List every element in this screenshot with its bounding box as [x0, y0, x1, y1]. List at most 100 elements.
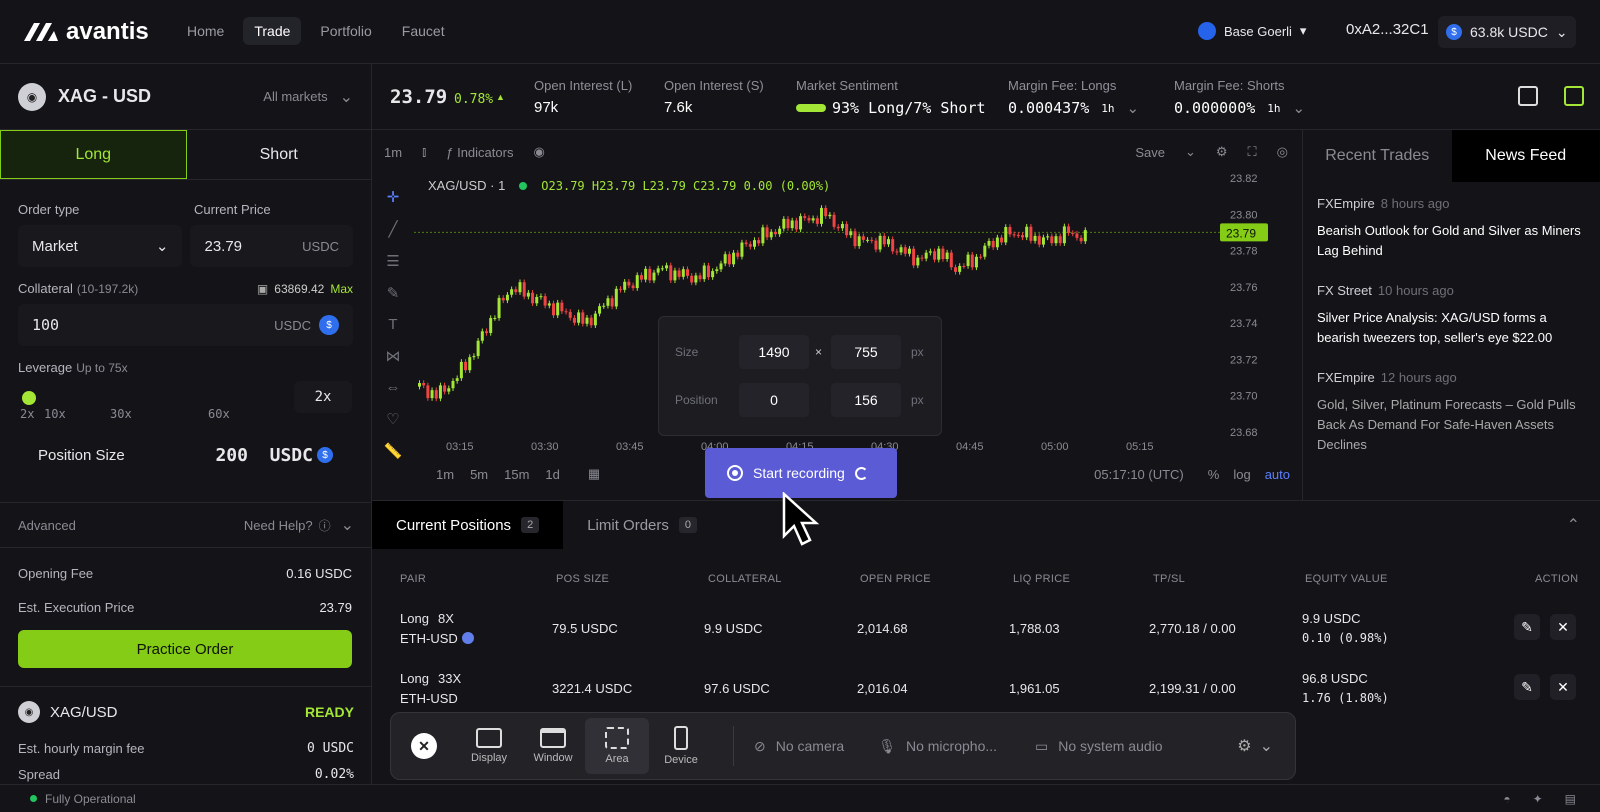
- news-item[interactable]: FX Street 10 hours ago Silver Price Analys…: [1303, 261, 1600, 348]
- candle: [845, 223, 849, 236]
- spinner-icon: [854, 466, 868, 480]
- nav-trade[interactable]: Trade: [243, 17, 302, 45]
- mode-window[interactable]: Window: [521, 728, 585, 764]
- order-type-select[interactable]: Market ⌄: [18, 225, 183, 267]
- layout-columns-icon[interactable]: [1564, 86, 1584, 106]
- mic-toggle[interactable]: 🎙 No micropho...: [878, 738, 997, 755]
- discord-icon[interactable]: ◓: [1503, 792, 1510, 806]
- need-help-link[interactable]: Need Help?: [244, 518, 313, 533]
- calendar-icon[interactable]: ▦: [588, 466, 600, 482]
- tab-limit-orders[interactable]: Limit Orders 0: [563, 501, 721, 549]
- candle: [1058, 236, 1062, 244]
- camera-icon[interactable]: ◎: [1277, 144, 1288, 160]
- device-icon: [674, 726, 688, 750]
- measure-icon[interactable]: ⇔: [386, 379, 401, 396]
- close-position-icon[interactable]: ✕: [1550, 614, 1576, 640]
- chevron-down-icon[interactable]: ⌄: [1185, 144, 1196, 160]
- start-recording-button[interactable]: Start recording: [705, 448, 897, 498]
- x-tick-label: 05:00: [1041, 441, 1069, 453]
- tab-news-feed[interactable]: News Feed: [1451, 130, 1600, 182]
- close-position-icon[interactable]: ✕: [1550, 674, 1576, 700]
- edit-icon[interactable]: ✎: [1514, 614, 1540, 640]
- eye-icon[interactable]: ◉: [533, 144, 544, 160]
- wallet-icon: ▣: [256, 281, 269, 296]
- candle: [794, 220, 798, 230]
- open-price: 2,014.68: [857, 621, 908, 636]
- tab-recent-trades[interactable]: Recent Trades: [1303, 130, 1452, 182]
- max-button[interactable]: Max: [330, 282, 353, 296]
- col-collateral: COLLATERAL: [708, 573, 782, 585]
- range-1d[interactable]: 1d: [545, 467, 559, 482]
- advanced-toggle[interactable]: Advanced Need Help? ⓘ ⌄: [0, 502, 372, 548]
- log-toggle[interactable]: log: [1233, 467, 1250, 482]
- crosshair-icon[interactable]: ✛: [387, 188, 400, 206]
- trendline-icon[interactable]: ╱: [388, 220, 397, 238]
- camera-toggle[interactable]: ⊘ No camera: [754, 738, 844, 755]
- tab-current-positions[interactable]: Current Positions 2: [372, 501, 564, 549]
- pair-selector[interactable]: ◉ XAG - USD All markets ⌄: [0, 64, 371, 130]
- news-item[interactable]: FXEmpire 12 hours ago Gold, Silver, Platin…: [1303, 348, 1600, 458]
- short-tab[interactable]: Short: [187, 130, 372, 179]
- nav-faucet[interactable]: Faucet: [391, 17, 456, 45]
- px-unit: px: [911, 345, 924, 359]
- mode-display[interactable]: Display: [457, 728, 521, 764]
- fee-short-period[interactable]: 1h: [1267, 102, 1280, 115]
- range-5m[interactable]: 5m: [470, 467, 488, 482]
- recorder-settings[interactable]: ⚙ ⌄: [1237, 736, 1273, 756]
- interval-button[interactable]: 1m: [384, 145, 402, 160]
- range-15m[interactable]: 15m: [504, 467, 529, 482]
- auto-toggle[interactable]: auto: [1265, 467, 1290, 482]
- percent-toggle[interactable]: %: [1208, 467, 1220, 482]
- audio-toggle[interactable]: ▭ No system audio: [1035, 738, 1163, 755]
- close-icon[interactable]: ✕: [411, 733, 437, 759]
- collateral-input[interactable]: 100 USDC $: [18, 304, 353, 346]
- collapse-icon[interactable]: ⌃: [1567, 515, 1580, 535]
- leverage-input[interactable]: 2x: [294, 381, 352, 413]
- fib-icon[interactable]: ☰: [386, 252, 399, 270]
- save-button[interactable]: Save: [1135, 145, 1165, 160]
- candles-icon[interactable]: ⫾: [422, 144, 426, 160]
- ruler-icon[interactable]: 📏: [384, 442, 403, 460]
- candle: [652, 272, 656, 281]
- layout-split-icon[interactable]: [1518, 86, 1538, 106]
- pos-x-input[interactable]: 0: [739, 383, 809, 417]
- candle: [459, 361, 463, 379]
- range-1m[interactable]: 1m: [436, 467, 454, 482]
- opening-fee-value: 0.16 USDC: [286, 565, 352, 581]
- docs-icon[interactable]: ▤: [1565, 792, 1576, 806]
- wallet-balance[interactable]: $ 63.8k USDC ⌄: [1438, 16, 1576, 48]
- candle: [987, 240, 991, 246]
- nav-home[interactable]: Home: [176, 17, 235, 45]
- y-tick-label: 23.70: [1230, 391, 1258, 403]
- brand-logo[interactable]: avantis: [22, 18, 149, 46]
- brush-icon[interactable]: ✎: [387, 284, 400, 302]
- nav-portfolio[interactable]: Portfolio: [309, 17, 382, 45]
- long-tab[interactable]: Long: [0, 130, 187, 179]
- leverage-slider-handle[interactable]: [22, 391, 36, 405]
- pos-y-input[interactable]: 156: [831, 383, 901, 417]
- twitter-icon[interactable]: ✦: [1533, 792, 1543, 806]
- mouse-cursor-icon: [782, 492, 820, 546]
- gear-icon[interactable]: ⚙: [1216, 144, 1228, 160]
- fee-long-period[interactable]: 1h: [1101, 102, 1114, 115]
- width-input[interactable]: 1490: [739, 335, 809, 369]
- candle: [874, 240, 878, 250]
- text-tool-icon[interactable]: T: [388, 316, 397, 333]
- edit-icon[interactable]: ✎: [1514, 674, 1540, 700]
- pattern-icon[interactable]: ⋈: [386, 347, 401, 365]
- mode-area[interactable]: Area: [585, 718, 649, 774]
- chevron-down-icon: ⌄: [340, 517, 354, 534]
- candle: [811, 218, 815, 221]
- network-selector[interactable]: Base Goerli ▾: [1198, 22, 1306, 40]
- wallet-address[interactable]: 0xA2...32C1: [1346, 21, 1429, 38]
- practice-order-button[interactable]: Practice Order: [18, 630, 352, 668]
- candle: [857, 236, 861, 247]
- height-input[interactable]: 755: [831, 335, 901, 369]
- favorite-icon[interactable]: ♡: [386, 410, 399, 428]
- leverage-slider[interactable]: 2x 10x 30x 60x 2x: [18, 381, 353, 423]
- mode-device[interactable]: Device: [649, 726, 713, 766]
- news-item[interactable]: FXEmpire 8 hours ago Bearish Outlook for G…: [1303, 182, 1600, 261]
- fullscreen-icon[interactable]: ⛶: [1248, 144, 1257, 160]
- all-markets-link[interactable]: All markets: [263, 89, 327, 104]
- indicators-button[interactable]: ƒ Indicators: [446, 145, 513, 160]
